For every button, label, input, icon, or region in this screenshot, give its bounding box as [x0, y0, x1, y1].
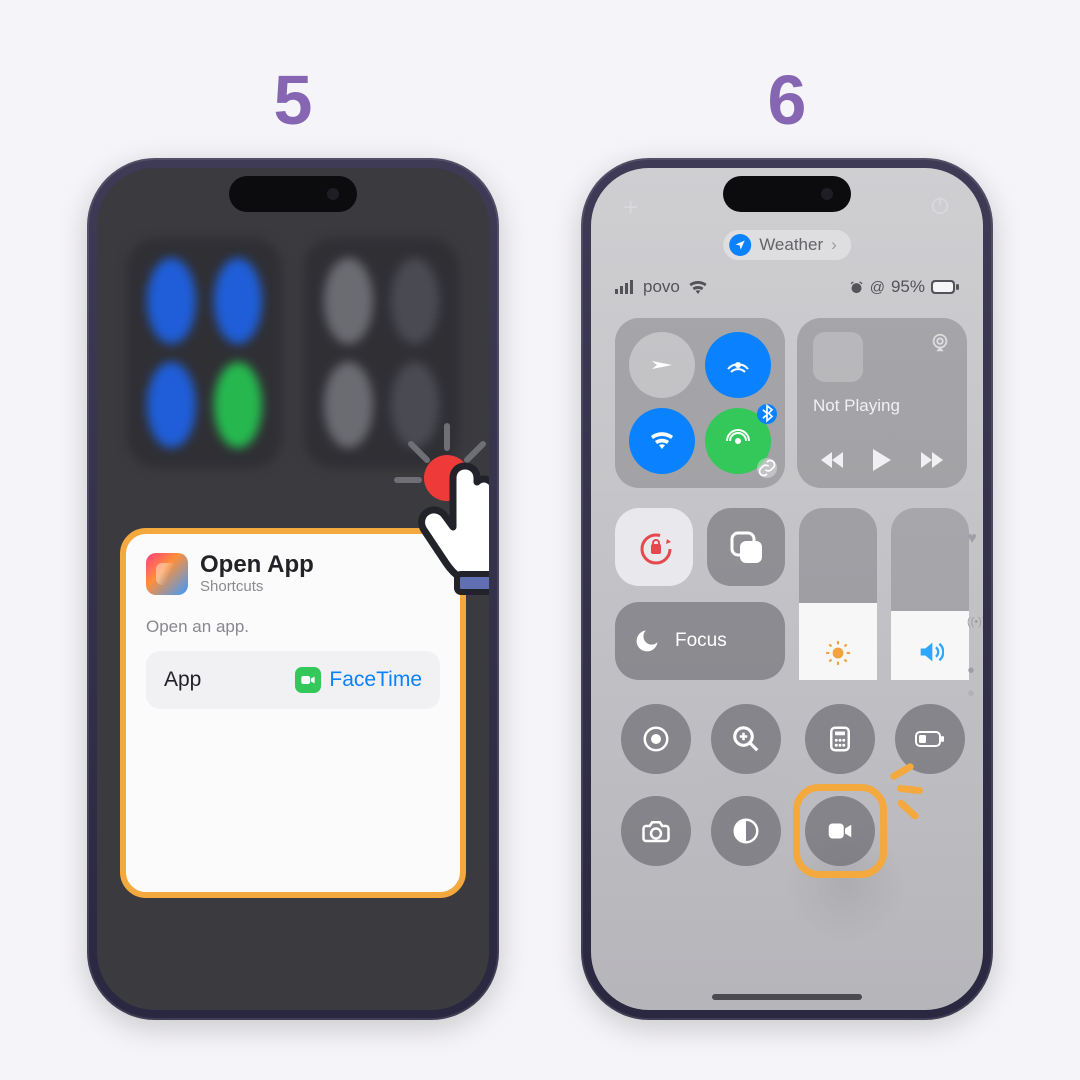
bluetooth-badge-icon: [757, 404, 777, 424]
alarm-icon: [849, 280, 864, 295]
brightness-icon: [799, 640, 877, 666]
focus-button[interactable]: Focus: [615, 602, 785, 680]
step-number-6: 6: [768, 60, 807, 140]
screen-mirroring-button[interactable]: [707, 508, 785, 586]
focus-label: Focus: [675, 630, 727, 652]
popup-description: Open an app.: [146, 617, 440, 637]
phone-frame-5: Open App Shortcuts Open an app. App Face…: [87, 158, 499, 1020]
magnifier-button[interactable]: [711, 704, 781, 774]
airplay-icon[interactable]: [929, 332, 951, 359]
selected-app-name: FaceTime: [329, 668, 422, 692]
connectivity-group[interactable]: [615, 318, 785, 488]
orientation-lock-button[interactable]: [615, 508, 693, 586]
widget-block: [127, 238, 282, 468]
add-control-button[interactable]: +: [623, 192, 638, 223]
blurred-widgets: [127, 238, 459, 468]
weather-pill[interactable]: Weather ›: [723, 230, 851, 260]
facetime-icon: [295, 667, 321, 693]
chevron-right-icon: ›: [831, 235, 837, 255]
location-icon: [729, 234, 751, 256]
airdrop-button[interactable]: [705, 332, 771, 398]
popup-header: Open App Shortcuts: [146, 552, 440, 595]
next-track-button[interactable]: [919, 451, 943, 469]
phone-5-screen: Open App Shortcuts Open an app. App Face…: [97, 168, 489, 1010]
dark-mode-button[interactable]: [711, 796, 781, 866]
page-dots[interactable]: ••: [967, 660, 977, 706]
highlight-ring: [793, 784, 887, 878]
shortcuts-app-icon: [146, 553, 188, 595]
open-app-popup[interactable]: Open App Shortcuts Open an app. App Face…: [120, 528, 466, 898]
link-badge-icon: [757, 458, 777, 478]
brightness-slider[interactable]: [799, 508, 877, 680]
widget-block: [304, 238, 459, 468]
app-row-value[interactable]: FaceTime: [295, 667, 422, 693]
wifi-icon: [688, 280, 708, 294]
volume-slider[interactable]: [891, 508, 969, 680]
now-playing-label: Not Playing: [813, 396, 900, 416]
status-bar: povo @ 95%: [615, 276, 959, 298]
battery-percentage: 95%: [891, 277, 925, 297]
previous-track-button[interactable]: [821, 451, 845, 469]
dynamic-island: [229, 176, 357, 212]
lock-orientation-status-icon: @: [870, 279, 885, 296]
popup-title: Open App: [200, 552, 314, 577]
volume-icon: [891, 638, 969, 666]
app-row-label: App: [164, 668, 201, 692]
favorites-page-icon[interactable]: ♥: [967, 530, 977, 548]
phone-frame-6: + Weather › povo: [581, 158, 993, 1020]
screen-record-button[interactable]: [621, 704, 691, 774]
airplane-mode-button[interactable]: [629, 332, 695, 398]
home-indicator[interactable]: [712, 994, 862, 1000]
calculator-button[interactable]: [805, 704, 875, 774]
dynamic-island: [723, 176, 851, 212]
moon-icon: [633, 627, 661, 655]
app-row[interactable]: App FaceTime: [146, 651, 440, 709]
cellular-signal-icon: [615, 280, 635, 294]
power-button[interactable]: [929, 194, 951, 221]
album-art-placeholder: [813, 332, 863, 382]
media-playback-group[interactable]: Not Playing: [797, 318, 967, 488]
connectivity-page-icon[interactable]: ((•)): [967, 616, 977, 628]
wifi-button[interactable]: [629, 408, 695, 474]
battery-icon: [931, 280, 959, 294]
step-number-5: 5: [274, 60, 313, 140]
popup-subtitle: Shortcuts: [200, 578, 314, 595]
control-center: Not Playing: [615, 318, 959, 986]
phone-6-screen: + Weather › povo: [591, 168, 983, 1010]
camera-button[interactable]: [621, 796, 691, 866]
weather-label: Weather: [759, 235, 823, 255]
low-power-mode-button[interactable]: [895, 704, 965, 774]
step-6-column: 6 + Weather ›: [581, 60, 993, 1080]
play-button[interactable]: [871, 448, 893, 472]
carrier-name: povo: [643, 277, 680, 297]
step-5-column: 5 Open App Shortcuts Op: [87, 60, 499, 1080]
cellular-data-button[interactable]: [705, 408, 771, 474]
